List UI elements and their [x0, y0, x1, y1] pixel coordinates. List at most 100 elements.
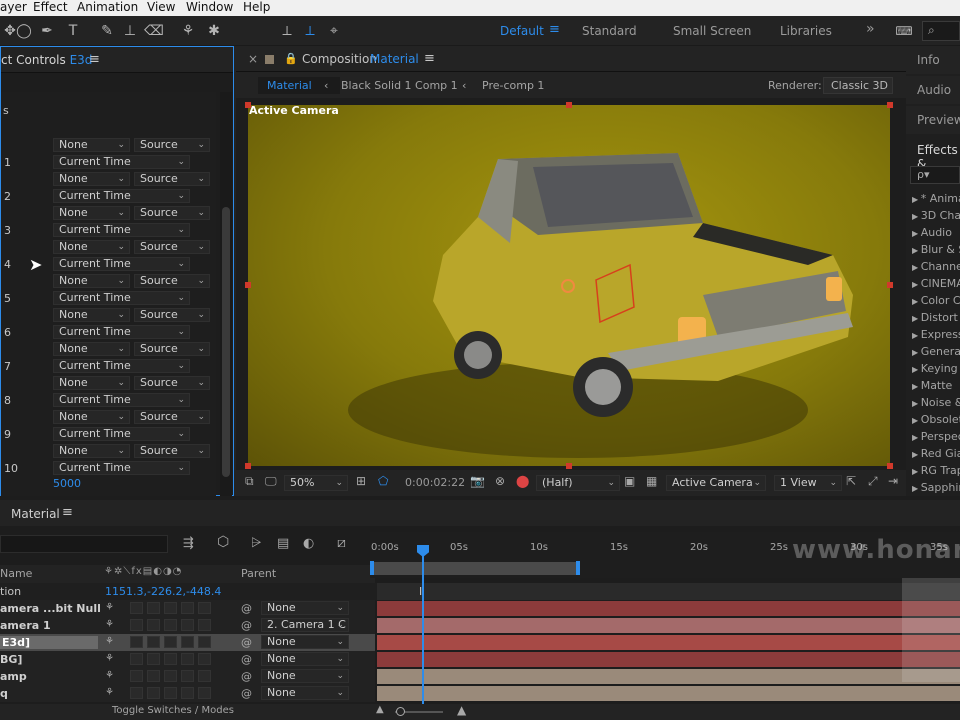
- layer-switch[interactable]: [198, 636, 211, 648]
- region-icon[interactable]: ▣: [624, 474, 635, 488]
- frame-handle[interactable]: [887, 102, 893, 108]
- layer-switch[interactable]: [181, 670, 194, 682]
- layer-switch[interactable]: [164, 602, 177, 614]
- layer-switch[interactable]: [164, 670, 177, 682]
- layer-switch[interactable]: [198, 619, 211, 631]
- menu-animation[interactable]: Animation: [77, 0, 138, 15]
- puppet-pin-icon[interactable]: ✱: [204, 21, 224, 41]
- always-preview-icon[interactable]: ⧉: [245, 474, 254, 489]
- disclosure-triangle-icon[interactable]: ▶: [912, 297, 921, 306]
- layer-switch[interactable]: [130, 619, 143, 631]
- workspace-libraries[interactable]: Libraries: [780, 24, 832, 38]
- playhead[interactable]: [422, 546, 424, 704]
- property-value[interactable]: 1151.3,-226.2,-448.4: [105, 585, 221, 598]
- layer-row[interactable]: amp ⚘ @ None ⌄: [0, 668, 375, 685]
- layer-switch[interactable]: [147, 687, 160, 699]
- effect-category[interactable]: ▶ Distort: [912, 311, 958, 324]
- parent-column[interactable]: Parent: [241, 567, 276, 580]
- panel-menu-icon[interactable]: ≡: [62, 505, 73, 520]
- source-dropdown[interactable]: Source ⌄: [134, 342, 210, 356]
- type-tool-icon[interactable]: T: [63, 21, 83, 41]
- workspace-small-screen[interactable]: Small Screen: [673, 24, 751, 38]
- layer-dropdown[interactable]: None ⌄: [53, 240, 130, 254]
- timeline-tab[interactable]: Material: [11, 507, 60, 521]
- world-axis-icon[interactable]: ⟂: [300, 21, 320, 41]
- layer-name[interactable]: amera 1: [0, 619, 51, 632]
- layer-switch[interactable]: [198, 687, 211, 699]
- camera-icon[interactable]: 📷: [470, 474, 485, 488]
- layer-switch[interactable]: [164, 653, 177, 665]
- flowchart-icon[interactable]: ⇥: [888, 474, 898, 488]
- shy-switch-icon[interactable]: ⚘: [105, 619, 114, 630]
- effect-category[interactable]: ▶ CINEMA: [912, 277, 960, 290]
- effect-category[interactable]: ▶ Channel: [912, 260, 960, 273]
- disclosure-triangle-icon[interactable]: ▶: [912, 348, 921, 357]
- comp-canvas[interactable]: Active Camera: [248, 104, 890, 466]
- workspace-standard[interactable]: Standard: [582, 24, 637, 38]
- disclosure-triangle-icon[interactable]: ▶: [912, 433, 921, 442]
- frame-handle[interactable]: [245, 102, 251, 108]
- preview-panel-tab[interactable]: Preview: [917, 113, 960, 127]
- local-axis-icon[interactable]: ⟂: [277, 21, 297, 41]
- layer-row[interactable]: amera 1 ⚘ @2. Camera 1 C ⌄: [0, 617, 375, 634]
- source-dropdown[interactable]: Source ⌄: [134, 206, 210, 220]
- view-camera-dropdown[interactable]: Active Camera ⌄: [666, 475, 766, 491]
- parent-dropdown[interactable]: None ⌄: [261, 601, 349, 615]
- fast-preview-icon[interactable]: ⤢: [868, 474, 878, 489]
- frame-handle[interactable]: [245, 282, 251, 288]
- shy-switch-icon[interactable]: ⚘: [105, 602, 114, 613]
- shy-switch-icon[interactable]: ⚘: [105, 670, 114, 681]
- layer-dropdown[interactable]: None ⌄: [53, 410, 130, 424]
- time-dropdown[interactable]: Current Time ⌄: [53, 189, 190, 203]
- effect-category[interactable]: ▶ 3D Chan: [912, 209, 960, 222]
- layer-dropdown[interactable]: None ⌄: [53, 138, 130, 152]
- mask-visibility-icon[interactable]: ⬠: [378, 474, 388, 488]
- menu-layer[interactable]: ayer: [0, 0, 27, 15]
- timeline-search-input[interactable]: [0, 535, 168, 553]
- layer-switch[interactable]: [130, 602, 143, 614]
- layer-switch[interactable]: [198, 653, 211, 665]
- menu-view[interactable]: View: [147, 0, 175, 15]
- disclosure-triangle-icon[interactable]: ▶: [912, 331, 921, 340]
- frame-handle[interactable]: [566, 463, 572, 469]
- disclosure-triangle-icon[interactable]: ▶: [912, 314, 921, 323]
- layer-row[interactable]: BG] ⚘ @ None ⌄: [0, 651, 375, 668]
- layer-switch[interactable]: [181, 619, 194, 631]
- source-dropdown[interactable]: Source ⌄: [134, 308, 210, 322]
- layer-switch[interactable]: [198, 670, 211, 682]
- time-dropdown[interactable]: Current Time ⌄: [53, 223, 190, 237]
- layer-switch[interactable]: [147, 670, 160, 682]
- effect-category[interactable]: ▶ Sapphir: [912, 481, 960, 494]
- shy-switch-icon[interactable]: ⚘: [105, 687, 114, 698]
- disclosure-triangle-icon[interactable]: ▶: [912, 280, 921, 289]
- timecode[interactable]: 0:00:02:22: [405, 476, 465, 489]
- effect-category[interactable]: ▶ Audio: [912, 226, 952, 239]
- ellipse-tool-icon[interactable]: ◯: [14, 21, 34, 41]
- toggle-pixel-icon[interactable]: ⇱: [846, 474, 856, 488]
- pick-whip-icon[interactable]: @: [241, 619, 252, 632]
- source-dropdown[interactable]: Source ⌄: [134, 410, 210, 424]
- info-panel-tab[interactable]: Info: [917, 53, 940, 67]
- motion-blur-icon[interactable]: ◐: [303, 536, 314, 551]
- layer-switch[interactable]: [181, 653, 194, 665]
- menu-effect[interactable]: Effect: [33, 0, 68, 15]
- effect-category[interactable]: ▶ Matte: [912, 379, 952, 392]
- disclosure-triangle-icon[interactable]: ▶: [912, 467, 921, 476]
- layer-switch[interactable]: [181, 687, 194, 699]
- layer-row[interactable]: amera ...bit Null ⚘ @ None ⌄: [0, 600, 375, 617]
- time-dropdown[interactable]: Current Time ⌄: [53, 461, 190, 475]
- layer-duration-bar[interactable]: [377, 652, 960, 667]
- menu-window[interactable]: Window: [186, 0, 233, 15]
- layer-duration-bar[interactable]: [377, 669, 960, 684]
- layer-switch[interactable]: [164, 636, 177, 648]
- disclosure-triangle-icon[interactable]: ▶: [912, 246, 921, 255]
- effect-category[interactable]: ▶ RG Trap: [912, 464, 960, 477]
- layer-dropdown[interactable]: None ⌄: [53, 274, 130, 288]
- scrollbar[interactable]: [220, 92, 232, 496]
- effect-category[interactable]: ▶ Perspec: [912, 430, 960, 443]
- source-dropdown[interactable]: Source ⌄: [134, 240, 210, 254]
- layer-name[interactable]: q: [0, 687, 8, 700]
- parent-dropdown[interactable]: 2. Camera 1 C ⌄: [261, 618, 349, 632]
- effect-category[interactable]: ▶ Color Co: [912, 294, 960, 307]
- frame-blending-icon[interactable]: ▤: [277, 536, 289, 551]
